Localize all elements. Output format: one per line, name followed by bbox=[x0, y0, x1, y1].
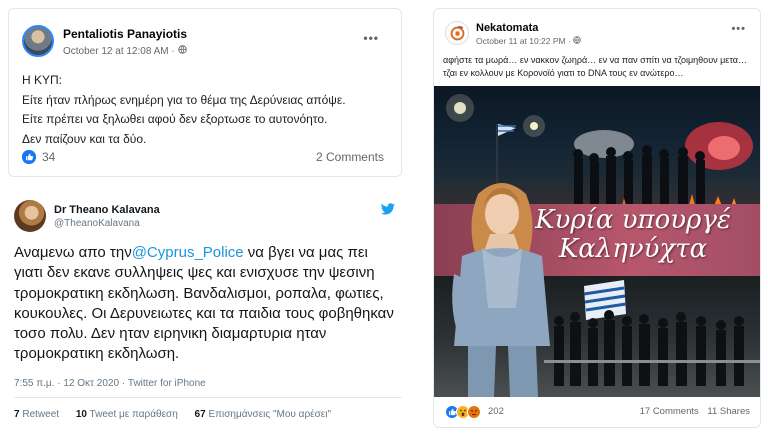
tweet-handle[interactable]: @TheanoKalavana bbox=[54, 218, 140, 229]
post-line: Η ΚΥΠ: bbox=[22, 73, 63, 87]
angry-icon bbox=[467, 405, 481, 419]
like-icon[interactable] bbox=[22, 150, 36, 164]
tweet-author[interactable]: Dr Theano Kalavana bbox=[54, 204, 160, 216]
more-options-icon[interactable]: ••• bbox=[363, 31, 379, 45]
post-author[interactable]: Pentaliotis Panayiotis bbox=[63, 27, 187, 41]
tweet-timestamp[interactable]: 7:55 π.μ. · 12 Οκτ 2020 · Twitter for iP… bbox=[14, 378, 206, 389]
retweets-stat[interactable]: 7 Retweet bbox=[14, 409, 59, 420]
mention-link[interactable]: @Cyprus_Police bbox=[132, 244, 244, 261]
post-author[interactable]: Nekatomata bbox=[476, 22, 538, 34]
reaction-count[interactable]: 34 bbox=[42, 150, 55, 164]
engagement-counts: 17 Comments 11 Shares bbox=[640, 406, 750, 417]
divider bbox=[14, 397, 402, 398]
tweet-text-start: Αναμενω απο την bbox=[14, 244, 132, 261]
post-timestamp[interactable]: October 12 at 12:08 AM bbox=[63, 46, 169, 57]
post-text: αφήστε τα μωρά… εν νακκον ζωηρά… εν να π… bbox=[443, 55, 747, 78]
post-line: Είτε ήταν πλήρως ενημέρη για το θέμα της… bbox=[22, 92, 346, 107]
tweet-stats: 7 Retweet 10 Tweet με παράθεση 67 Επισημ… bbox=[14, 409, 345, 420]
reaction-count[interactable]: 202 bbox=[488, 406, 504, 417]
post-meta: October 12 at 12:08 AM · bbox=[63, 45, 187, 57]
post-photo[interactable]: Κυρία υπουργέ Καληνύχτα bbox=[434, 86, 760, 397]
post-line: Δεν παίζουν και τα δύο. bbox=[22, 131, 147, 146]
tweet-text-rest: να βγει να μας πει γιατι δεν εκανε συλλη… bbox=[14, 244, 394, 363]
globe-icon bbox=[177, 45, 187, 57]
shares-count[interactable]: 11 Shares bbox=[707, 406, 750, 417]
post-meta: October 11 at 10:22 PM · bbox=[476, 36, 581, 46]
post-text: Η ΚΥΠ: Είτε ήταν πλήρως ενημέρη για το θ… bbox=[22, 71, 346, 149]
photo-caption-line: Καληνύχτα bbox=[558, 234, 708, 264]
comments-count[interactable]: 2 Comments bbox=[316, 150, 384, 164]
photo-caption-line: Κυρία υπουργέ bbox=[535, 205, 731, 235]
avatar[interactable] bbox=[14, 200, 46, 232]
avatar[interactable] bbox=[22, 25, 54, 57]
facebook-post-nekatomata: Nekatomata October 11 at 10:22 PM · ••• … bbox=[433, 8, 761, 428]
more-options-icon[interactable]: ••• bbox=[731, 23, 746, 35]
avatar[interactable] bbox=[445, 21, 469, 45]
post-line: Είτε πρέπει να ξηλωθει αφού δεν εξορτωσε… bbox=[22, 112, 328, 126]
twitter-bird-icon[interactable] bbox=[381, 202, 395, 215]
tweet-card: Dr Theano Kalavana @TheanoKalavana Αναμε… bbox=[0, 186, 412, 435]
tweet-text: Αναμενω απο την@Cyprus_Police να βγει να… bbox=[14, 243, 400, 365]
facebook-post-pentaliotis: Pentaliotis Panayiotis October 12 at 12:… bbox=[8, 8, 402, 177]
post-timestamp[interactable]: October 11 at 10:22 PM bbox=[476, 36, 566, 46]
globe-icon bbox=[573, 36, 581, 46]
reactions[interactable] bbox=[445, 405, 485, 419]
photo-caption: Κυρία υπουργέ Καληνύχτα bbox=[508, 206, 758, 264]
quote-tweets-stat[interactable]: 10 Tweet με παράθεση bbox=[76, 409, 178, 420]
comments-count[interactable]: 17 Comments bbox=[640, 406, 699, 417]
likes-stat[interactable]: 67 Επισημάνσεις "Μου αρέσει" bbox=[195, 409, 331, 420]
